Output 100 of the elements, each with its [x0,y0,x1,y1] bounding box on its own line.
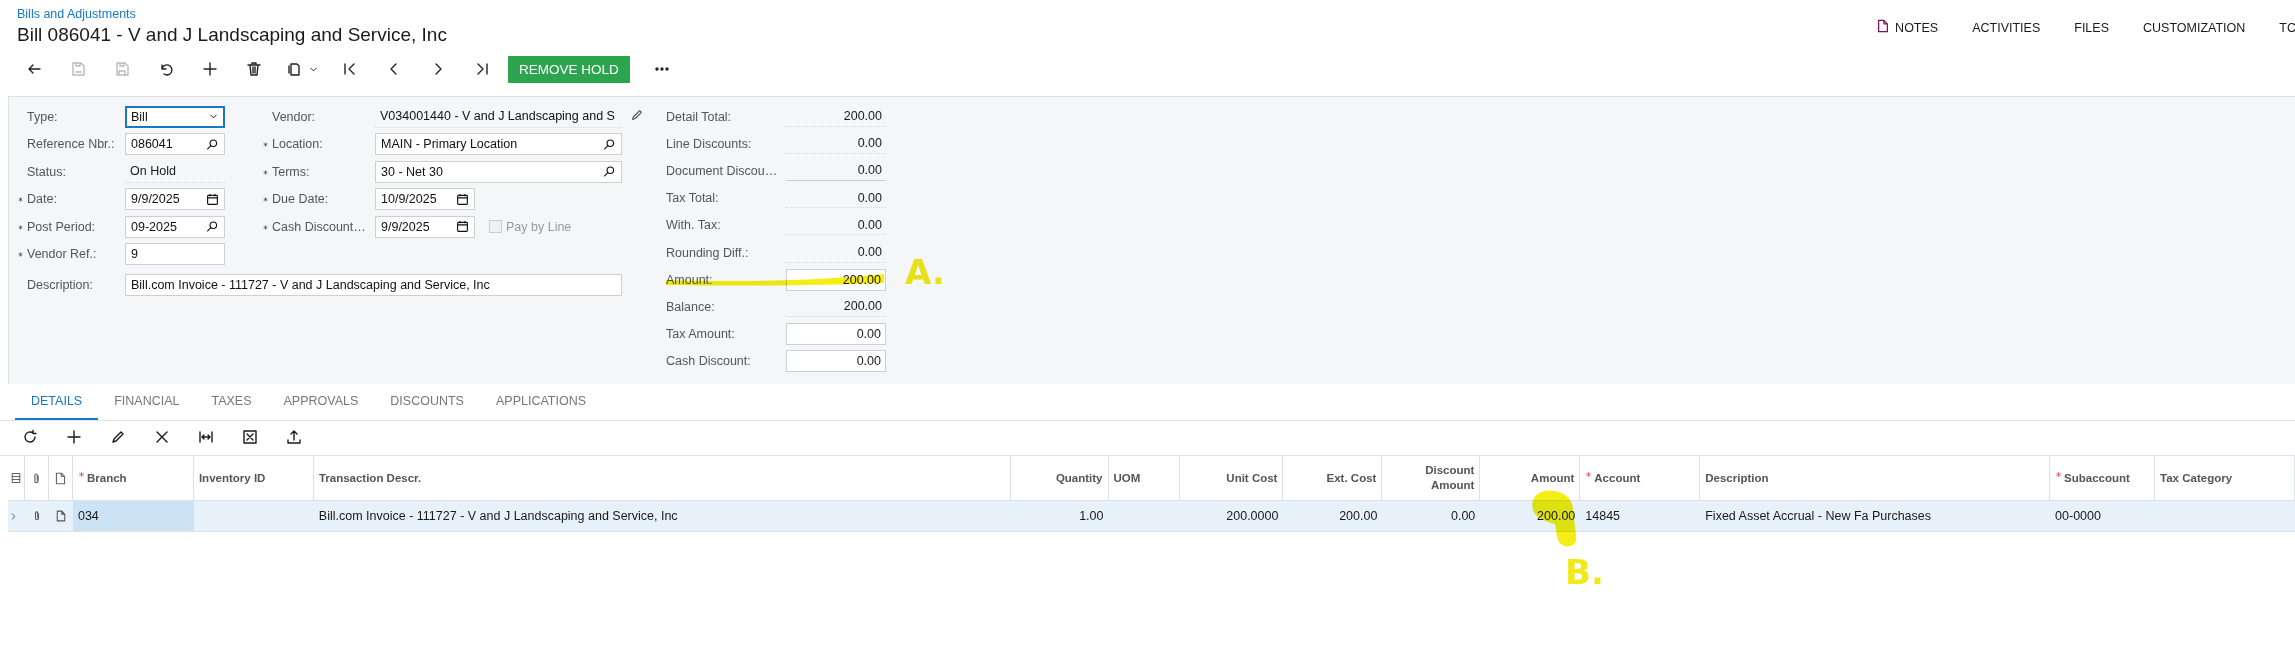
total-label: With. Tax: [666,218,722,233]
total-value: 0.00 [786,188,886,209]
tab[interactable]: APPLICATIONS [479,390,603,420]
save-icon [114,61,130,77]
required-icon [2055,470,2063,478]
fit-width-icon [198,429,214,445]
lookup-field[interactable]: 30 - Net 30 [375,160,622,183]
total-value: 200.00 [786,296,886,317]
column-header[interactable]: Amount [1530,470,1575,486]
tab[interactable]: DISCOUNTS [374,390,480,420]
required-icon [17,223,24,231]
column-header[interactable]: Quantity [1055,470,1103,486]
calendar-icon [456,220,469,234]
top-link[interactable]: TC [2279,9,2295,46]
tab[interactable]: DETAILS [15,390,99,420]
table-cell: 200.00 [1339,509,1378,523]
column-header[interactable]: Ext. Cost [1326,470,1377,486]
field-label: Vendor: [271,109,317,124]
excel-icon [242,429,258,445]
field-label: Location: [262,137,375,152]
required-icon [262,223,269,231]
close-icon [154,429,170,445]
tab[interactable]: FINANCIAL [98,390,196,420]
description-field[interactable]: Bill.com Invoice - 111727 - V and J Landscaping and Service, Inc [125,273,622,296]
handwritten-note: B. [1565,552,1604,592]
required-icon [262,168,269,176]
total-label: Balance: [666,299,716,314]
lookup-field[interactable]: MAIN - Primary Location [375,133,622,156]
column-header[interactable]: Discount Amount [1387,463,1475,493]
column-header[interactable]: Inventory ID [198,470,266,486]
column-header[interactable]: Unit Cost [1226,470,1278,486]
lookup-field[interactable]: 086041 [125,133,225,156]
column-header[interactable]: Account [1585,470,1641,486]
total-value: 0.00 [786,215,886,236]
top-link-label[interactable]: TC [2279,20,2295,35]
calendar-icon [456,192,469,206]
required-icon [77,470,85,478]
search-icon [206,137,219,151]
undo-icon [158,61,174,77]
total-label: Rounding Diff.: [666,245,750,260]
top-link-label[interactable]: CUSTOMIZATION [2143,20,2246,35]
pencil-icon [110,429,126,445]
total-label: Tax Total: [666,191,720,206]
table-cell: 034 [77,509,99,523]
table-cell: Fixed Asset Accrual - New Fa Purchases [1705,509,1931,523]
total-label: Document Discou… [666,163,779,178]
column-header[interactable]: Branch [77,470,127,486]
breadcrumb-link[interactable]: Bills and Adjustments [17,7,447,21]
column-header[interactable]: Subaccount [2055,470,2130,486]
amount-field[interactable]: 0.00 [786,323,886,346]
date-field[interactable]: 9/9/2025 [125,188,225,211]
required-icon [262,196,269,204]
total-label: Detail Total: [666,109,733,124]
top-link[interactable]: NOTES [1876,9,1939,46]
table-cell: 0.00 [1451,509,1476,523]
field-label: Post Period: [17,219,125,234]
handwritten-note: A. [905,252,945,292]
date-field[interactable]: 9/9/2025 [375,215,475,238]
status-value: On Hold [125,160,225,184]
table-cell: 1.00 [1079,509,1104,523]
document-icon [54,510,67,522]
required-icon [262,141,269,149]
tab[interactable]: APPROVALS [267,390,375,420]
column-header[interactable]: UOM [1113,470,1141,486]
plus-icon [202,61,218,77]
dropdown-field[interactable]: Bill [125,105,225,128]
search-icon [603,165,616,179]
required-icon [17,196,24,204]
top-link[interactable]: FILES [2074,9,2109,46]
top-link[interactable]: ACTIVITIES [1972,9,2041,46]
search-icon [603,137,616,151]
top-link-label[interactable]: FILES [2074,20,2109,35]
refresh-icon [22,429,38,445]
field-label: Cash Discount… [262,219,375,234]
total-value: 200.00 [786,106,886,127]
total-label: Cash Discount: [666,354,752,369]
column-header[interactable]: Tax Category [2160,470,2233,486]
tab[interactable]: TAXES [195,390,268,420]
input-field[interactable]: 9 [125,243,225,266]
vendor-field[interactable]: V034001440 - V and J Landscaping and S [375,105,622,128]
search-icon [206,220,219,234]
table-cell: 00-0000 [2055,509,2101,523]
row-settings-icon [10,472,22,484]
top-link-label[interactable]: ACTIVITIES [1972,20,2041,35]
total-label: Tax Amount: [666,327,736,342]
pencil-icon [630,108,644,123]
table-cell: Bill.com Invoice - 111727 - V and J Landscaping and Service, Inc [318,509,678,523]
field-label: Reference Nbr.: [26,137,116,152]
required-icon [17,251,24,259]
column-header[interactable]: Description [1705,470,1769,486]
total-value: 0.00 [786,160,886,181]
amount-field[interactable]: 0.00 [786,350,886,373]
clipboard-icon [285,61,302,77]
lookup-field[interactable]: 09-2025 [125,215,225,238]
trash-icon [246,61,262,77]
date-field[interactable]: 10/9/2025 [375,188,475,211]
top-link-label[interactable]: NOTES [1895,20,1939,35]
column-header[interactable]: Transaction Descr. [318,470,422,486]
total-label: Line Discounts: [666,136,753,151]
top-link[interactable]: CUSTOMIZATION [2143,9,2246,46]
